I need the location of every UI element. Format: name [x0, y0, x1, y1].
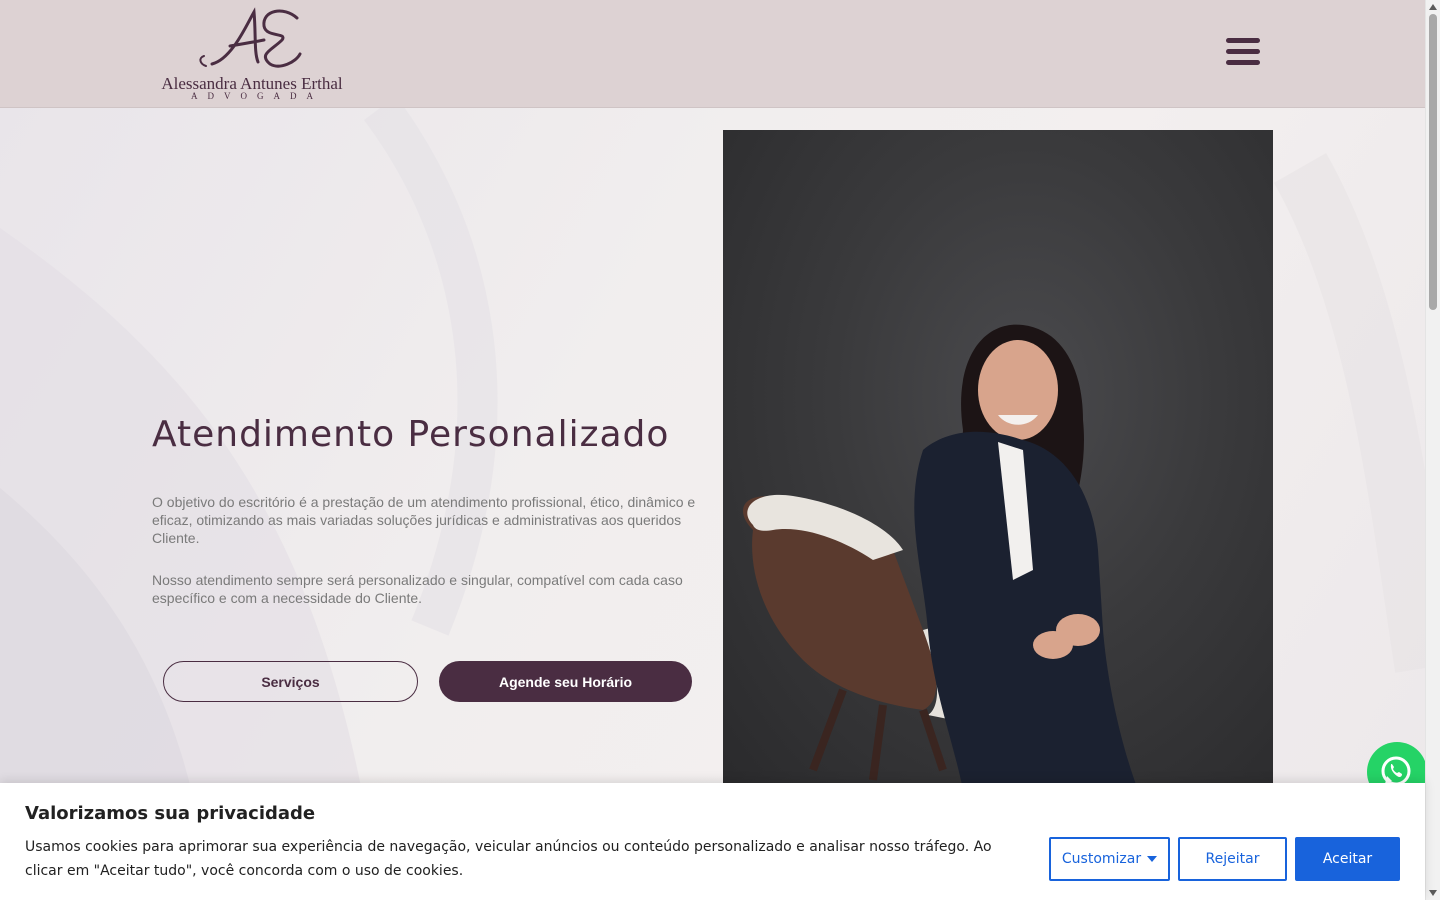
caret-down-icon [1147, 856, 1158, 862]
logo-monogram [199, 7, 302, 68]
scroll-up-icon[interactable] [1429, 4, 1437, 10]
logo-subtitle: ADVOGADA [191, 91, 323, 101]
hero-paragraph-2: Nosso atendimento sempre será personaliz… [152, 572, 683, 606]
customize-button[interactable]: Customizar [1049, 837, 1170, 881]
hero-section: Atendimento Personalizado O objetivo do … [0, 108, 1425, 900]
customize-label: Customizar [1061, 851, 1142, 867]
page-scrollbar[interactable] [1425, 0, 1440, 900]
schedule-button[interactable]: Agende seu Horário [439, 661, 692, 702]
scroll-thumb[interactable] [1429, 14, 1437, 310]
logo[interactable]: Alessandra Antunes Erthal ADVOGADA [152, 4, 352, 104]
hero-paragraph-1: O objetivo do escritório é a prestação d… [152, 494, 696, 546]
services-button[interactable]: Serviços [163, 661, 418, 702]
cookie-text: Usamos cookies para aprimorar sua experi… [25, 839, 992, 879]
portrait-photo [723, 130, 1273, 790]
scroll-down-icon[interactable] [1429, 890, 1437, 896]
cookie-banner: Valorizamos sua privacidade Usamos cooki… [0, 783, 1425, 900]
site-header: Alessandra Antunes Erthal ADVOGADA [0, 0, 1425, 108]
accept-button[interactable]: Aceitar [1295, 837, 1400, 881]
hero-title: Atendimento Personalizado [152, 414, 670, 455]
reject-button[interactable]: Rejeitar [1178, 837, 1287, 881]
cookie-title: Valorizamos sua privacidade [25, 803, 316, 824]
hamburger-icon[interactable] [1226, 38, 1260, 72]
portrait-illustration [743, 324, 1138, 790]
